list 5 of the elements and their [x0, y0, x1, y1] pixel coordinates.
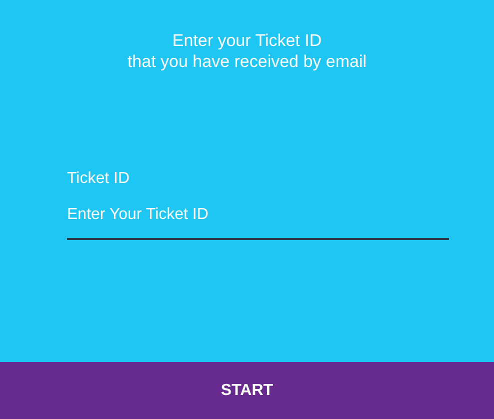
field-label: Ticket ID — [67, 170, 130, 188]
heading-text: Enter your Ticket ID — [172, 30, 322, 51]
start-button[interactable]: START — [0, 362, 494, 419]
ticket-id-input[interactable]: Enter Your Ticket ID — [67, 202, 449, 240]
heading-text: that you have received by email — [127, 51, 367, 72]
